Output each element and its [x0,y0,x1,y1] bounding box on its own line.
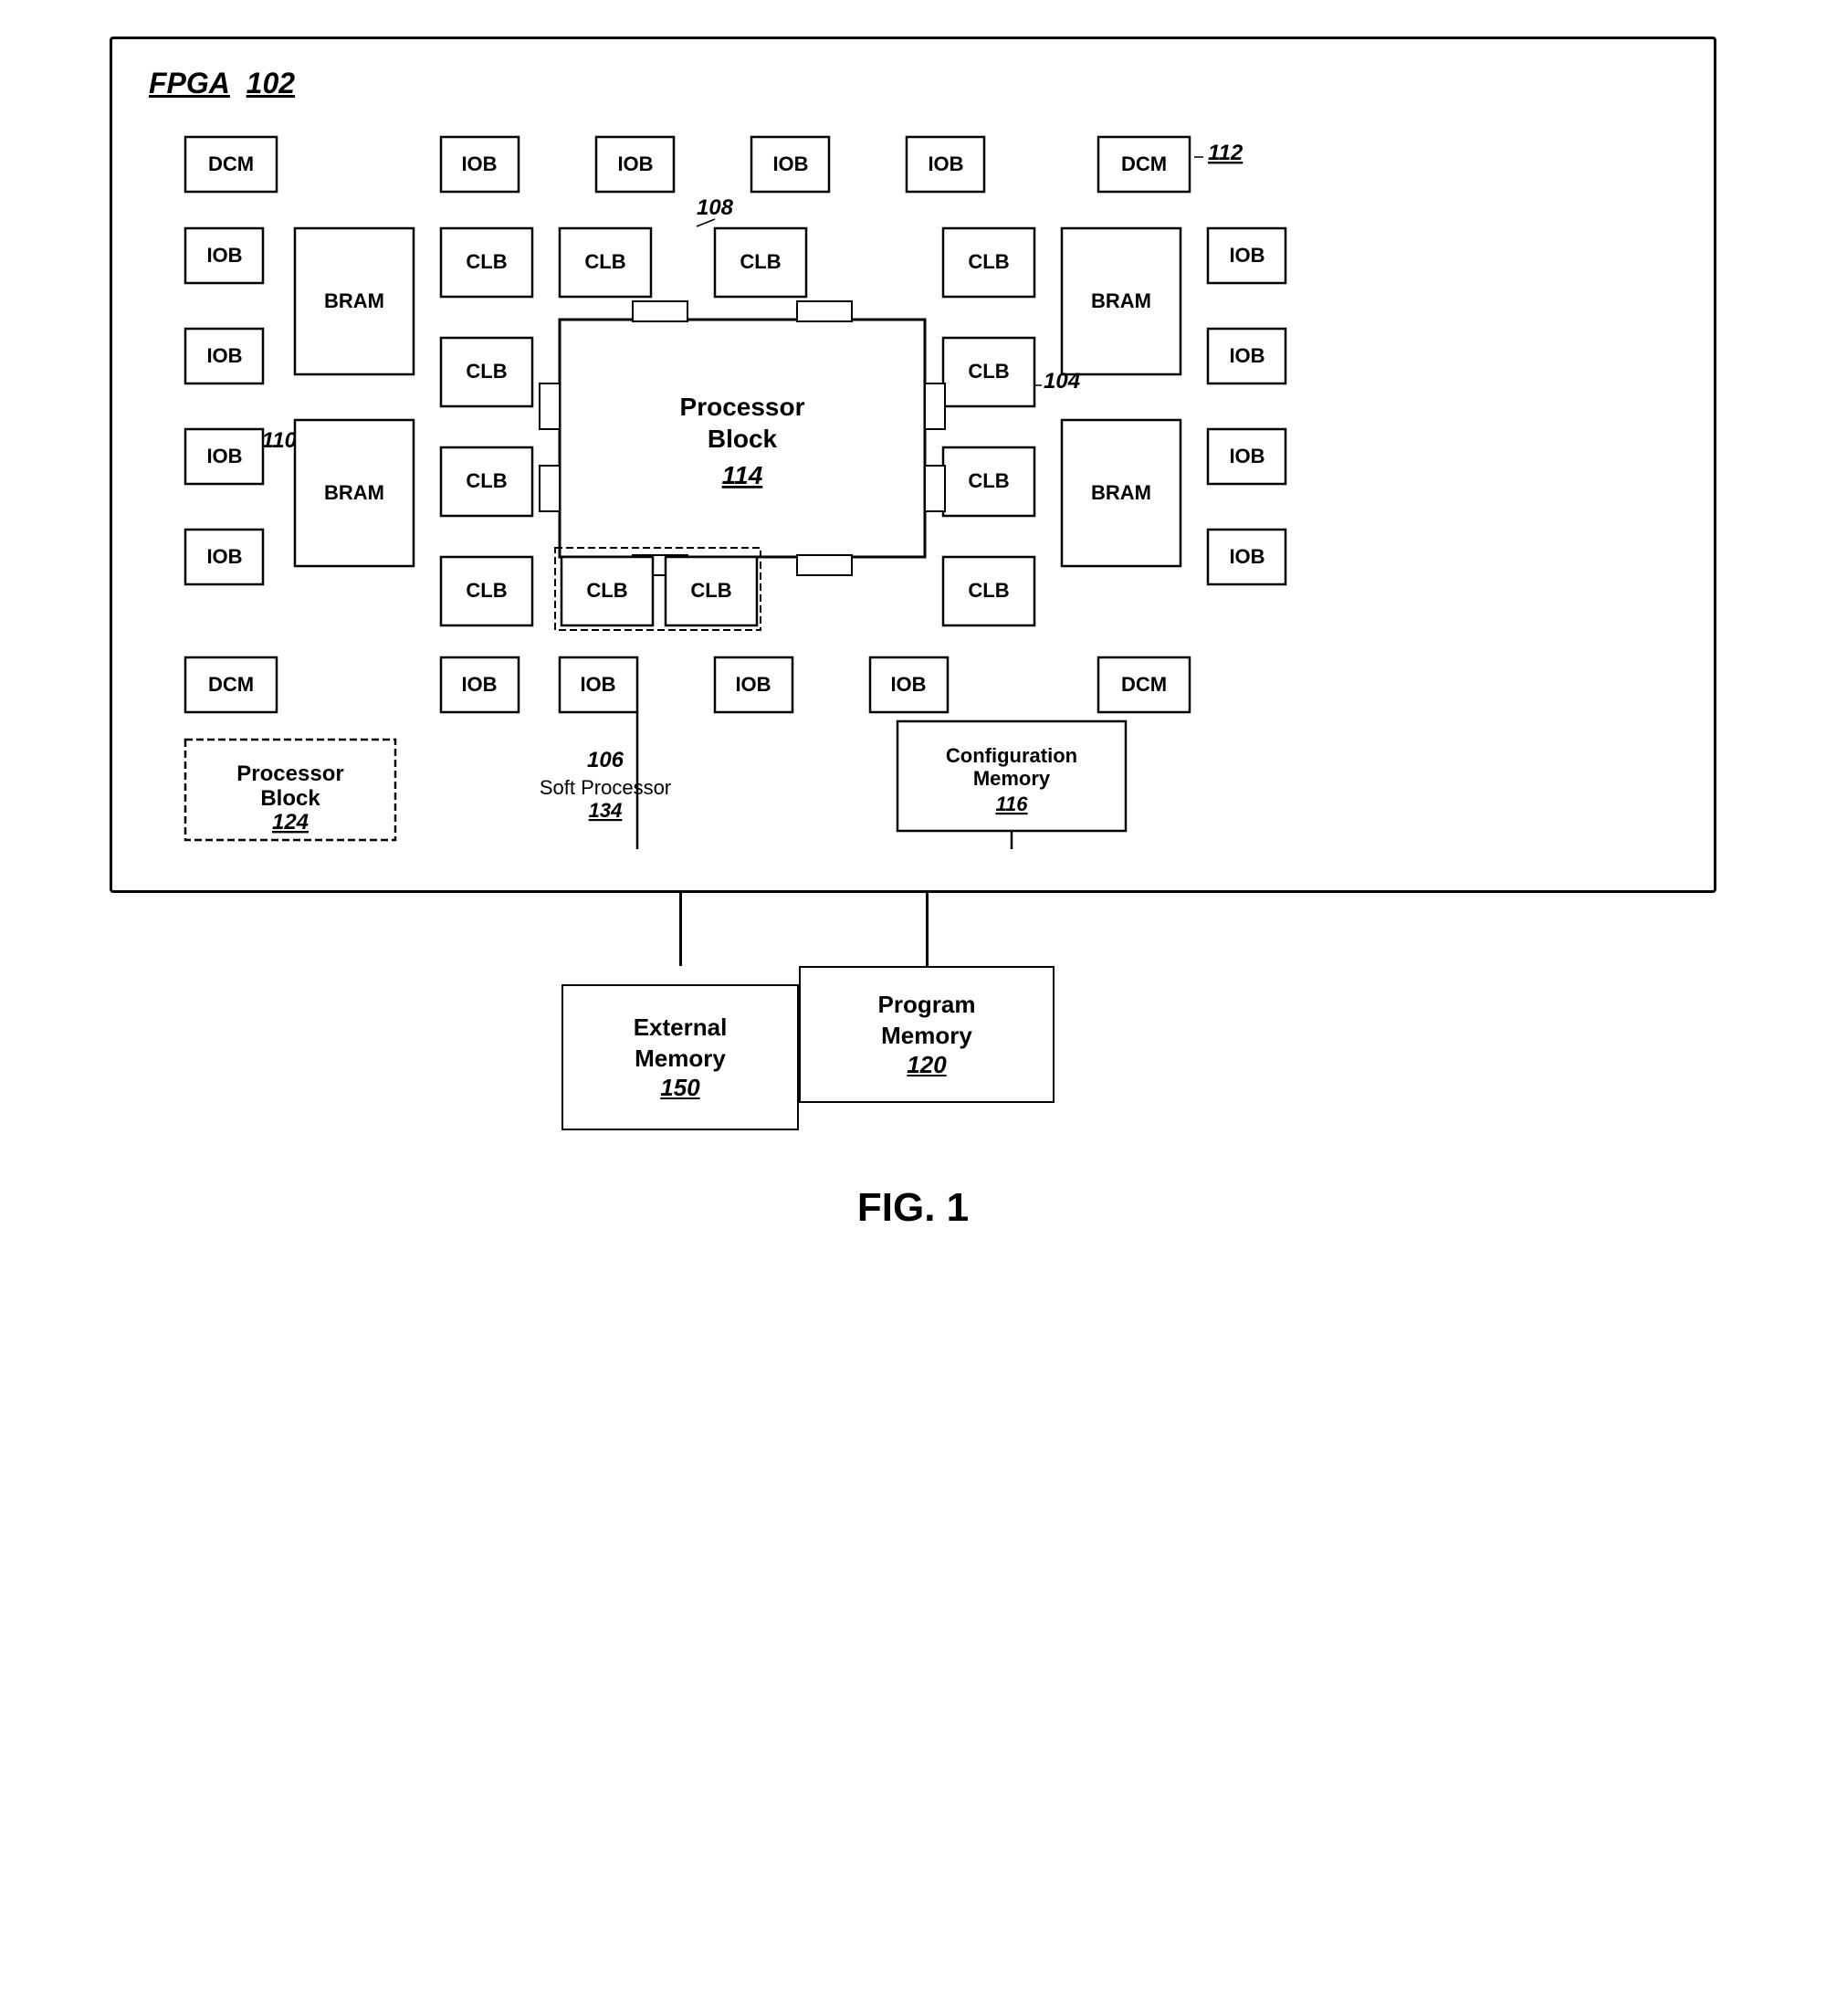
svg-text:IOB: IOB [206,344,242,367]
svg-text:IOB: IOB [772,152,808,175]
svg-text:124: 124 [272,810,309,835]
fpga-internal-svg: DCM IOB IOB IOB IOB DCM 112 I [149,119,1683,849]
svg-text:IOB: IOB [206,545,242,568]
svg-text:IOB: IOB [206,244,242,267]
svg-text:Processor: Processor [680,393,805,421]
svg-text:Memory: Memory [973,767,1051,790]
svg-text:IOB: IOB [1229,344,1265,367]
fpga-box: FPGA 102 DCM IOB IOB IOB IOB [110,37,1716,893]
fpga-ref: 102 [247,67,295,100]
svg-text:CLB: CLB [968,469,1009,492]
svg-text:114: 114 [722,461,763,489]
svg-text:Soft Processor: Soft Processor [540,776,671,799]
svg-text:IOB: IOB [890,673,926,696]
svg-text:Processor: Processor [236,761,343,786]
external-memory-ref: 150 [660,1074,699,1102]
diagram-container: FPGA 102 DCM IOB IOB IOB IOB [64,37,1762,1231]
fpga-title: FPGA 102 [149,67,1677,100]
ref-108: 108 [697,195,734,220]
svg-text:IOB: IOB [617,152,653,175]
svg-text:CLB: CLB [740,250,781,273]
ref-112: 112 [1208,141,1244,165]
svg-text:CLB: CLB [584,250,625,273]
svg-text:BRAM: BRAM [1091,289,1151,312]
ref-106-label: 106 [587,748,624,772]
svg-text:BRAM: BRAM [324,289,384,312]
svg-text:IOB: IOB [1229,545,1265,568]
svg-text:CLB: CLB [690,579,731,602]
fpga-label: FPGA [149,67,230,100]
svg-text:CLB: CLB [586,579,627,602]
svg-text:DCM: DCM [1121,152,1167,175]
svg-text:Configuration: Configuration [946,744,1077,767]
svg-text:CLB: CLB [968,579,1009,602]
svg-text:BRAM: BRAM [324,481,384,504]
program-memory-label: Program Memory [878,990,976,1052]
svg-text:IOB: IOB [206,445,242,467]
svg-text:116: 116 [995,793,1028,815]
svg-text:CLB: CLB [968,360,1009,383]
svg-text:CLB: CLB [466,250,507,273]
line-to-external [679,893,682,966]
line-to-program [926,893,929,966]
svg-text:CLB: CLB [466,579,507,602]
program-memory-box: Program Memory 120 [799,966,1055,1103]
svg-text:DCM: DCM [1121,673,1167,696]
svg-text:CLB: CLB [968,250,1009,273]
svg-text:Block: Block [260,786,320,811]
svg-text:IOB: IOB [1229,445,1265,467]
svg-text:IOB: IOB [461,673,497,696]
svg-text:IOB: IOB [461,152,497,175]
dcm-topleft: DCM [208,152,254,175]
ref-104: 104 [1044,369,1080,394]
ref-110: 110 [262,428,298,453]
svg-text:IOB: IOB [928,152,963,175]
svg-text:Block: Block [708,425,778,453]
svg-text:134: 134 [589,799,623,822]
svg-text:IOB: IOB [580,673,615,696]
svg-text:CLB: CLB [466,360,507,383]
svg-text:CLB: CLB [466,469,507,492]
svg-text:IOB: IOB [735,673,771,696]
svg-text:BRAM: BRAM [1091,481,1151,504]
figure-label: FIG. 1 [857,1185,969,1231]
external-memory-box: External Memory 150 [561,984,799,1130]
svg-text:DCM: DCM [208,673,254,696]
external-memory-label: External Memory [634,1013,728,1075]
program-memory-ref: 120 [907,1051,946,1079]
svg-text:IOB: IOB [1229,244,1265,267]
